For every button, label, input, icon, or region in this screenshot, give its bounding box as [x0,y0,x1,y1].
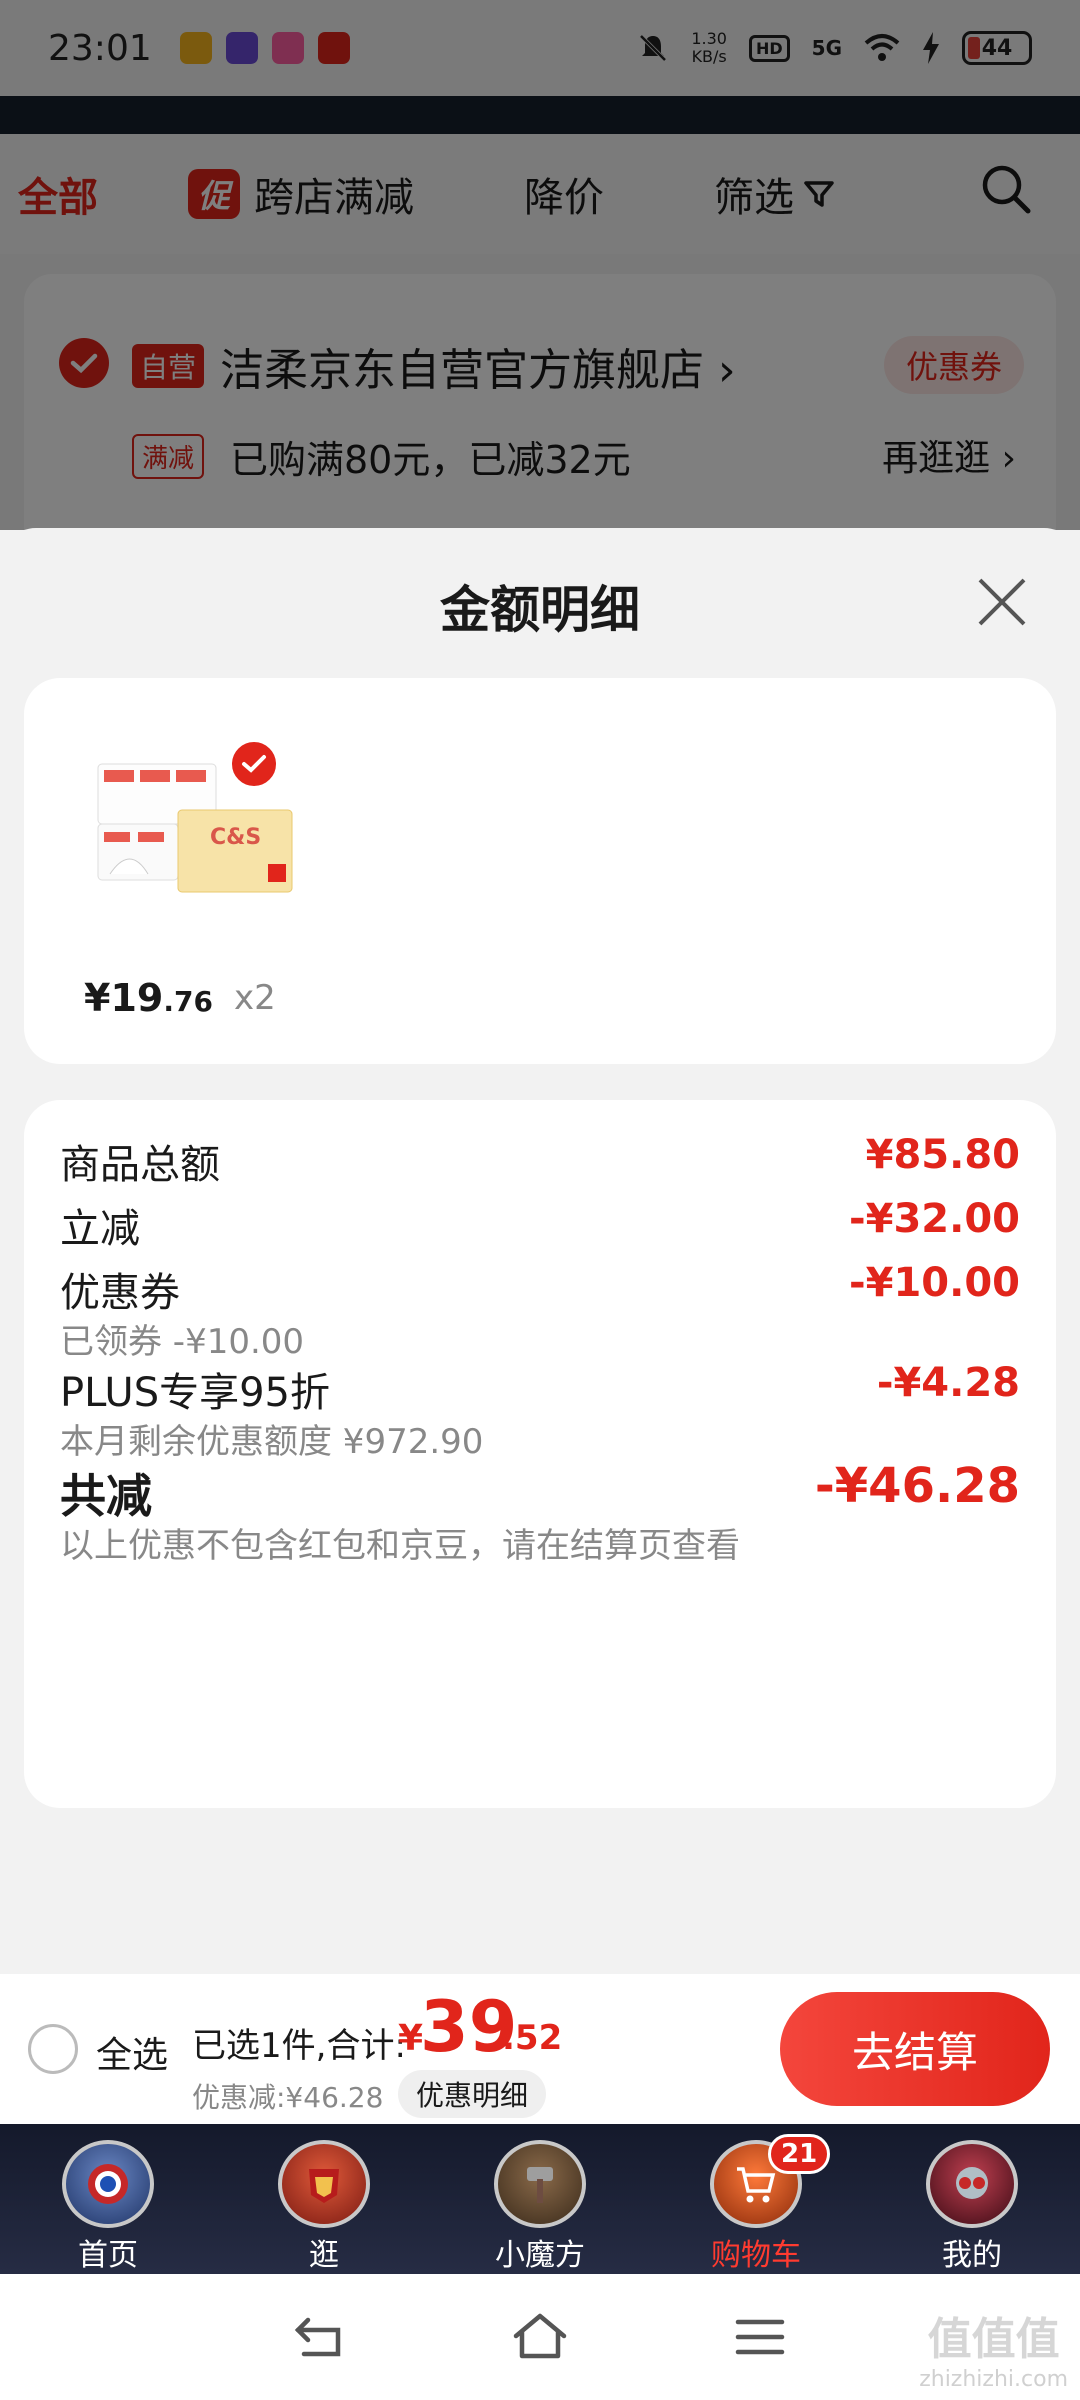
watermark: 值值值 zhizhizhi.com [919,2303,1068,2392]
tab-explore[interactable]: 逛 [216,2124,432,2274]
ant-helmet-icon [956,2167,988,2199]
menu-icon[interactable] [730,2312,790,2362]
tab-explore-label: 逛 [309,2238,339,2273]
shield-star-icon [88,2164,128,2204]
explore-tab-icon [278,2140,370,2228]
product-price: ¥19.76 [84,976,213,1020]
back-icon[interactable] [290,2312,350,2362]
tab-magic-cube-label: 小魔方 [495,2238,585,2273]
dim-overlay[interactable] [0,0,1080,530]
total-amount-dec: .52 [502,2018,563,2058]
total-discount-note: 以上优惠不包含红包和京豆，请在结算页查看 [60,1526,740,1566]
select-all-label[interactable]: 全选 [96,2026,168,2078]
selected-count-text: 已选1件,合计: [192,2026,406,2066]
tab-magic-cube[interactable]: 小魔方 [432,2124,648,2274]
cart-count-badge: 21 [768,2134,831,2174]
discount-summary: 优惠减:¥46.28 [192,2081,384,2114]
close-button[interactable] [974,574,1030,630]
coupon-label: 优惠券 [60,1270,180,1316]
tab-mine-label: 我的 [942,2238,1002,2273]
goods-total-label: 商品总额 [60,1142,220,1188]
bottom-tab-bar: 首页 逛 小魔方 21 购物车 我的 [0,2124,1080,2274]
iron-mask-icon [309,2169,339,2203]
product-price-int: ¥19 [84,976,164,1020]
amount-breakdown-card: 商品总额 ¥85.80 立减 -¥32.00 优惠券 -¥10.00 已领券 -… [24,1100,1056,1808]
product-selected-check [228,738,280,790]
select-all-checkbox[interactable] [28,2024,78,2074]
mine-tab-icon [926,2140,1018,2228]
product-price-dec: .76 [163,985,213,1018]
amount-detail-sheet: 金额明细 C&S ¥19.76 x2 商品总额 ¥85.80 立减 -¥32.0… [0,528,1080,1990]
check-icon [242,755,266,773]
system-navigation-bar: 值值值 zhizhizhi.com [0,2274,1080,2400]
instant-discount-value: -¥32.00 [849,1196,1020,1242]
svg-text:C&S: C&S [210,825,261,850]
hammer-icon [527,2167,553,2203]
tab-cart-label: 购物车 [711,2238,801,2273]
total-discount-value: -¥46.28 [814,1458,1020,1514]
checkout-button[interactable]: 去结算 [780,1992,1050,2106]
tab-home-label: 首页 [78,2238,138,2273]
plus-discount-sub: 本月剩余优惠额度 ¥972.90 [60,1422,484,1462]
coupon-value: -¥10.00 [849,1260,1020,1306]
home-icon[interactable] [510,2312,570,2362]
watermark-url: zhizhizhi.com [919,2367,1068,2392]
watermark-logo: 值值值 [927,2314,1060,2365]
coupon-sub: 已领券 -¥10.00 [60,1322,305,1362]
instant-discount-label: 立减 [60,1206,140,1252]
product-card: C&S ¥19.76 x2 [24,678,1056,1064]
home-tab-icon [62,2140,154,2228]
tab-home[interactable]: 首页 [0,2124,216,2274]
goods-total-value: ¥85.80 [865,1132,1020,1178]
tab-mine[interactable]: 我的 [864,2124,1080,2274]
plus-discount-label: PLUS专享95折 [60,1370,330,1416]
plus-discount-value: -¥4.28 [876,1360,1020,1406]
discount-detail-button[interactable]: 优惠明细 [398,2070,547,2118]
close-icon [978,578,1026,626]
magic-cube-tab-icon [494,2140,586,2228]
checkout-bar: 全选 已选1件,合计: ¥ 39 .52 优惠减:¥46.28 优惠明细 去结算 [0,1974,1080,2124]
product-quantity: x2 [234,978,276,1018]
sheet-title: 金额明细 [440,581,640,639]
tab-cart[interactable]: 21 购物车 [648,2124,864,2274]
total-discount-label: 共减 [60,1469,152,1523]
